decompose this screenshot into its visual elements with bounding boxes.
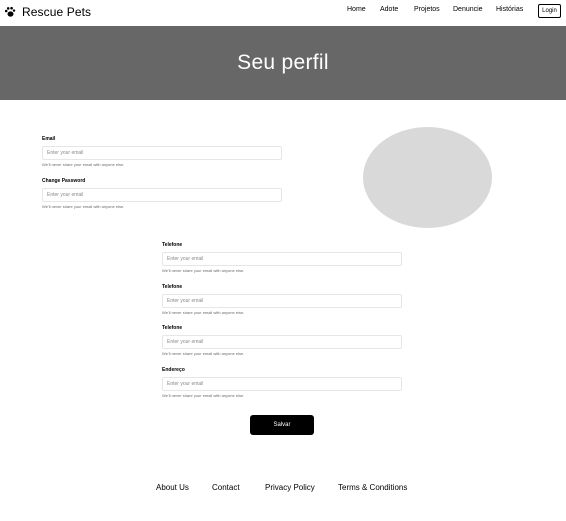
phone-1-label: Telefone: [162, 242, 183, 248]
footer-link-contact[interactable]: Contact: [212, 483, 240, 492]
phone-2-label: Telefone: [162, 284, 183, 290]
phone-3-label: Telefone: [162, 325, 183, 331]
password-input[interactable]: [42, 188, 282, 202]
paw-icon: [4, 6, 16, 18]
nav-historias[interactable]: Histórias: [496, 6, 523, 13]
address-input[interactable]: [162, 377, 402, 391]
email-input[interactable]: [42, 146, 282, 160]
email-label: Email: [42, 136, 56, 142]
login-button[interactable]: Login: [538, 4, 561, 18]
address-help-text: We'll never share your email with anyone…: [162, 393, 245, 398]
nav-projetos[interactable]: Projetos: [414, 6, 440, 13]
address-field-group: Endereço We'll never share your email wi…: [162, 367, 402, 398]
page-title: Seu perfil: [237, 51, 329, 74]
navbar: Rescue Pets Home Adote Projetos Denuncie…: [0, 0, 566, 26]
phone-2-field-group: Telefone We'll never share your email wi…: [162, 284, 402, 315]
footer-link-about[interactable]: About Us: [156, 483, 189, 492]
phone-2-input[interactable]: [162, 294, 402, 308]
password-help-text: We'll never share your email with anyone…: [42, 204, 125, 209]
brand-name: Rescue Pets: [22, 5, 92, 19]
address-label: Endereço: [162, 367, 185, 373]
phone-2-help-text: We'll never share your email with anyone…: [162, 310, 245, 315]
nav-denuncie[interactable]: Denuncie: [453, 6, 483, 13]
footer-link-terms[interactable]: Terms & Conditions: [338, 483, 407, 492]
password-field-group: Change Password We'll never share your e…: [42, 178, 282, 209]
save-button[interactable]: Salvar: [250, 415, 314, 435]
email-help-text: We'll never share your email with anyone…: [42, 162, 125, 167]
footer-link-privacy[interactable]: Privacy Policy: [265, 483, 315, 492]
phone-1-input[interactable]: [162, 252, 402, 266]
phone-3-input[interactable]: [162, 335, 402, 349]
phone-3-field-group: Telefone We'll never share your email wi…: [162, 325, 402, 356]
hero-banner: Seu perfil: [0, 26, 566, 100]
brand-logo[interactable]: Rescue Pets: [4, 4, 91, 20]
phone-1-field-group: Telefone We'll never share your email wi…: [162, 242, 402, 273]
nav-adote[interactable]: Adote: [380, 6, 398, 13]
password-label: Change Password: [42, 178, 86, 184]
avatar[interactable]: [363, 127, 492, 228]
phone-3-help-text: We'll never share your email with anyone…: [162, 351, 245, 356]
email-field-group: Email We'll never share your email with …: [42, 136, 282, 167]
nav-home[interactable]: Home: [347, 6, 366, 13]
phone-1-help-text: We'll never share your email with anyone…: [162, 268, 245, 273]
